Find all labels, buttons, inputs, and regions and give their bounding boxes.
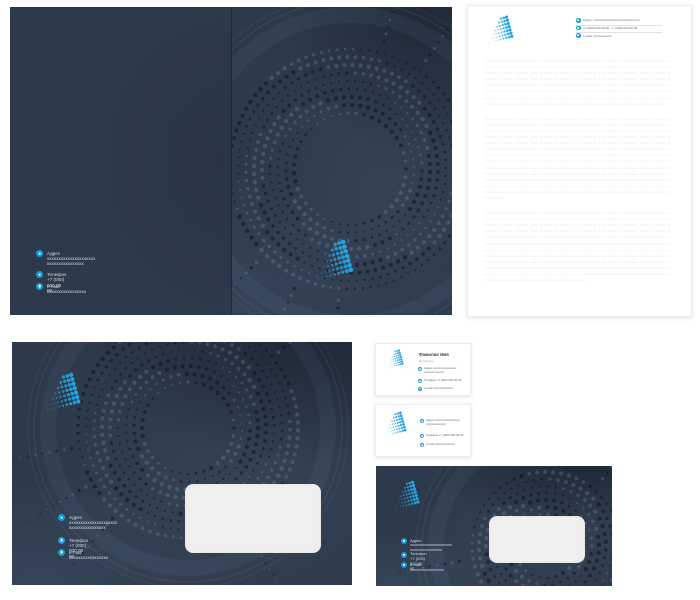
dotted-pyramid-logo (489, 15, 521, 44)
address-line2: xxxxxxxxxxxxxxxx (47, 261, 84, 266)
placeholder-paragraph: xxxxxxxx xxxxx xxxxxxx xxxx xxxxxx xxxxx… (485, 58, 670, 107)
phone-text: Телефон +7 (000) 000 00 00 (424, 379, 461, 383)
phone-text: Телефон +7 (000) 000 00 00 (426, 434, 463, 438)
dotted-pyramid-logo (385, 411, 413, 437)
mail-icon (576, 33, 581, 38)
placeholder-line: xxxxxxxx xxxxx xxxxxxx xxxx xxxxxx xxxxx… (485, 177, 670, 183)
placeholder-paragraph: xxxxxxxx xxxxx xxxxxxx xxxx xxxxxx xxxxx… (485, 116, 670, 201)
dotted-pyramid-logo (395, 480, 427, 510)
placeholder-paragraph: xxxxxxxx xxxxx xxxxxxx xxxx xxxxxx xxxxx… (485, 210, 670, 283)
mail-icon (401, 562, 407, 568)
email-text: e-mail xxxxxxxxxxxxxxxxx (47, 284, 86, 295)
dotted-pyramid-logo (387, 349, 409, 369)
pin-icon (420, 419, 424, 423)
business-card-back: Адрес xxxxxxxxxxxxxxxxx xxxxxxxxxxxxxx Т… (375, 404, 471, 457)
envelope-small-mockup: Адрес xxxxxxxxxxxxxxxxxxxxx xxxxxxxxxxxx… (376, 466, 612, 586)
folder-right-panel (232, 7, 452, 315)
address-line1: Адрес xxxxxxxxxxxxxxxxxxxxx (47, 251, 95, 261)
placeholder-line: xxxxxxxx xxxxx xxxxxxx xxxx xxxxxx xxxxx… (485, 95, 670, 101)
letterhead-contact-block: Адрес: xxxxxxxxxxxxxxxxxxxxxxxxxxxxxx +7… (576, 18, 666, 44)
placeholder-line: xxxxxxxx xxxxx xxxxxxx xxxx xxxxxx xxxxx… (485, 101, 664, 107)
mail-icon (36, 283, 43, 290)
pin-icon (58, 514, 65, 521)
folder-left-panel: Адрес xxxxxxxxxxxxxxxxxxxxx xxxxxxxxxxxx… (10, 7, 232, 315)
placeholder-line: xxxxxxxx xxxxx xxxxxxx xxxx xxxxxx xxxxx… (485, 116, 670, 122)
placeholder-line: xxxxxxxx xxxxx xxxxxxx xxxx xxxxxx xxxxx… (485, 171, 670, 177)
placeholder-line: xxxxxxxx xxxxx xxxxxxx xxxx xxxxxx xxxxx… (485, 189, 670, 195)
mail-icon (420, 443, 424, 447)
mail-icon (418, 387, 422, 391)
cardholder-name: Фамилия Имя (419, 352, 449, 357)
address-text: Адрес xxxxxxxxxxxxxxxxx xxxxxxxxxxxxxx (426, 419, 460, 426)
phones-text: +7 (000) 000 00 00, +7 (000) 000 00 00 (583, 26, 637, 30)
pin-icon (576, 18, 581, 23)
folder-mockup: Адрес xxxxxxxxxxxxxxxxxxxxx xxxxxxxxxxxx… (10, 7, 452, 315)
email-text: e-mail xxxxxxxxxxxxxxxxx (410, 563, 444, 573)
phone-icon (418, 379, 422, 383)
pin-icon (36, 250, 43, 257)
letterhead-body: xxxxxxxx xxxxx xxxxxxx xxxx xxxxxx xxxxx… (485, 58, 670, 304)
email-text: e-mail xxxxxxxxxxxxxx (424, 387, 453, 391)
address-text: Адрес xxxxxxxxxxxxxxxx xxxxxxxxxxxxxx (424, 367, 456, 374)
placeholder-line: xxxxxxxx xxxxx xxxxxxx xxxx xxxxxx xxxxx… (485, 234, 670, 240)
phone-icon (576, 26, 581, 31)
email-text: e-mail: xxxxxxxxxxxx (583, 34, 612, 38)
envelope-contact-block: Адрес xxxxxxxxxxxxxxxxxxxxx xxxxxxxxxxxx… (58, 514, 198, 564)
phone-icon (420, 434, 424, 438)
placeholder-line: xxxxxxxx xxxxx xxxxxxx xxxx xxxxxx xxxxx… (485, 183, 670, 189)
folder-contact-block: Адрес xxxxxxxxxxxxxxxxxxxxx xxxxxxxxxxxx… (36, 250, 196, 300)
address-line2: xxxxxxxxxxxxxxxx (69, 525, 106, 530)
phone-icon (401, 552, 407, 558)
placeholder-line: xxxxxxxx xxxxx xxxxxxx xxxx xxxxxx xxxxx… (485, 277, 587, 283)
letterhead-mockup: Адрес: xxxxxxxxxxxxxxxxxxxxxxxxxxxxxx +7… (467, 5, 692, 317)
placeholder-line: xxxxxxxx xxxxx xxxxxxx xxxx xxxxxx xxxxx… (485, 259, 670, 265)
mail-icon (58, 549, 65, 556)
address-text: Адрес: xxxxxxxxxxxxxxxxxxxxxxxxxxxxxx (583, 18, 640, 22)
email-text: e-mail xxxxxxxxxxxxxx (426, 443, 455, 447)
dotted-pyramid-logo (47, 372, 91, 412)
phone-icon (58, 537, 65, 544)
placeholder-line: xxxxxxxx xxxxx xxxxxxx xxxx xxxxxx xxxxx… (485, 253, 670, 259)
placeholder-line: xxxxxxxx xxxxx xxxxxxx xxxx xxxxxx xxxxx… (485, 158, 670, 164)
address-window (185, 484, 321, 553)
placeholder-line: xxxxxxxx xxxxx xxxxxxx xxxx xxxxxx xxxxx… (485, 165, 670, 171)
address-line1: Адрес xxxxxxxxxxxxxxxxxxxxx (69, 515, 117, 525)
placeholder-line: xxxxxxxx xxxxx xxxxxxx xxxx xxxxxx xxxxx… (485, 88, 670, 94)
address-line1: Адрес xxxxxxxxxxxxxxxxxxxxx (410, 538, 452, 548)
placeholder-line: xxxxxxxx xxxxx xxxxxxx xxxx xxxxxx xxxxx… (485, 247, 670, 253)
pin-icon (418, 367, 422, 371)
placeholder-line: xxxxxxxx xxxxx xxxxxxx xxxx xxxxxx xxxxx… (485, 241, 670, 247)
envelope-contact-block: Адрес xxxxxxxxxxxxxxxxxxxxx xxxxxxxxxxxx… (401, 538, 511, 578)
cardholder-position: Должность (419, 359, 434, 363)
dotted-pyramid-logo (318, 239, 364, 281)
pin-icon (401, 538, 407, 544)
phone-icon (36, 271, 43, 278)
envelope-large-mockup: Адрес xxxxxxxxxxxxxxxxxxxxx xxxxxxxxxxxx… (12, 342, 352, 585)
business-card-front: Фамилия Имя Должность Адрес xxxxxxxxxxxx… (375, 343, 471, 396)
contact-row-email: e-mail: xxxxxxxxxxxx (576, 33, 662, 40)
email-text: e-mail xxxxxxxxxxxxxxxxx (69, 550, 108, 561)
placeholder-line: xxxxxxxx xxxxx xxxxxxx xxxx xxxxxx xxxxx… (485, 195, 504, 201)
